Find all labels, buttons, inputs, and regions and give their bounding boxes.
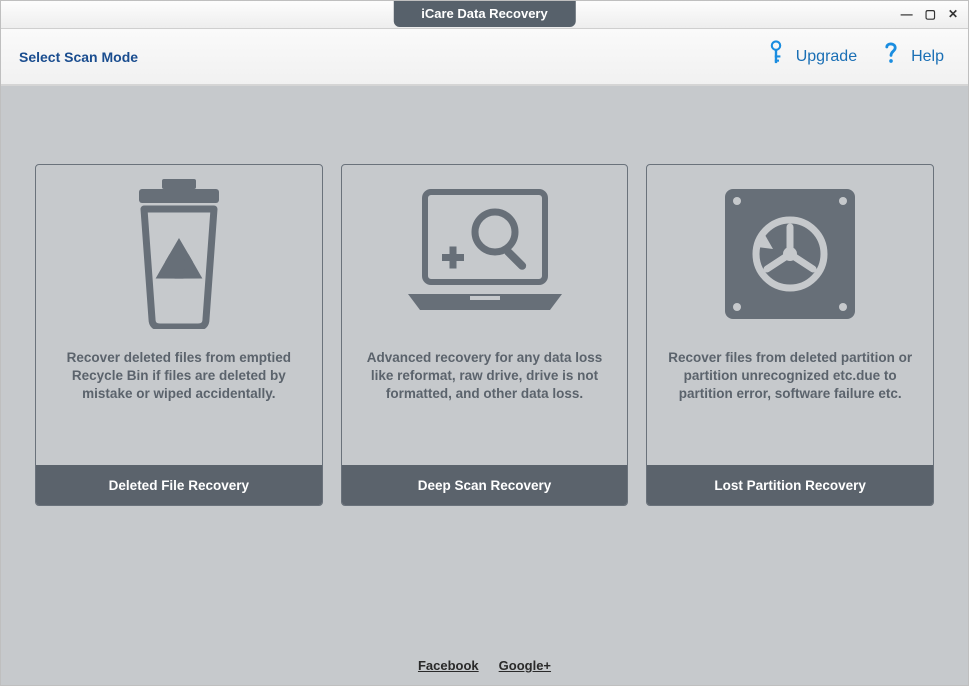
toolbar-actions: Upgrade Help xyxy=(756,36,950,77)
card-deep-scan-recovery[interactable]: Advanced recovery for any data loss like… xyxy=(341,164,629,506)
window-controls: — ▢ ✕ xyxy=(901,7,958,21)
laptop-search-icon xyxy=(342,165,628,343)
card-description: Recover files from deleted partition or … xyxy=(647,343,933,465)
card-description: Advanced recovery for any data loss like… xyxy=(342,343,628,465)
hard-drive-icon xyxy=(647,165,933,343)
toolbar: Select Scan Mode Upgrade Help xyxy=(1,29,968,85)
card-title: Deep Scan Recovery xyxy=(342,465,628,505)
close-button[interactable]: ✕ xyxy=(948,7,958,21)
question-icon xyxy=(877,40,905,73)
upgrade-button[interactable]: Upgrade xyxy=(756,36,863,77)
card-lost-partition-recovery[interactable]: Recover files from deleted partition or … xyxy=(646,164,934,506)
minimize-button[interactable]: — xyxy=(901,7,913,21)
facebook-link[interactable]: Facebook xyxy=(418,658,479,673)
googleplus-link[interactable]: Google+ xyxy=(499,658,551,673)
card-title: Deleted File Recovery xyxy=(36,465,322,505)
card-description: Recover deleted files from emptied Recyc… xyxy=(36,343,322,465)
app-title: iCare Data Recovery xyxy=(393,1,575,27)
upgrade-label: Upgrade xyxy=(796,48,857,66)
scan-mode-label: Select Scan Mode xyxy=(19,49,138,65)
help-label: Help xyxy=(911,48,944,66)
recycle-bin-icon xyxy=(36,165,322,343)
titlebar: iCare Data Recovery — ▢ ✕ xyxy=(1,1,968,29)
card-title: Lost Partition Recovery xyxy=(647,465,933,505)
main-area: Recover deleted files from emptied Recyc… xyxy=(1,85,968,685)
help-button[interactable]: Help xyxy=(871,36,950,77)
footer-links: Facebook Google+ xyxy=(1,658,968,673)
card-deleted-file-recovery[interactable]: Recover deleted files from emptied Recyc… xyxy=(35,164,323,506)
key-icon xyxy=(762,40,790,73)
app-window: iCare Data Recovery — ▢ ✕ Select Scan Mo… xyxy=(0,0,969,686)
maximize-button[interactable]: ▢ xyxy=(925,7,936,21)
